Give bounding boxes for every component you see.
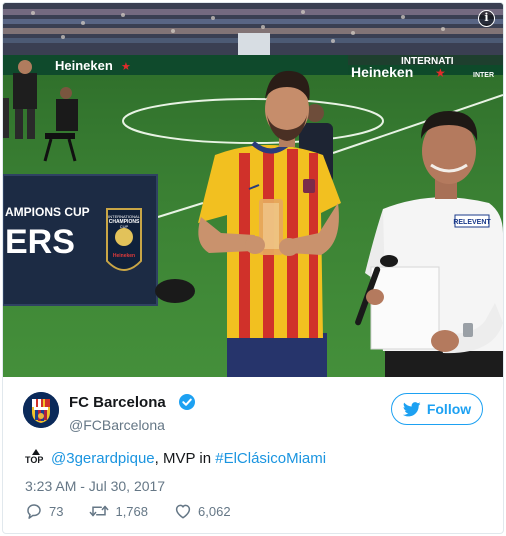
svg-text:★: ★ bbox=[121, 60, 131, 73]
author-handle[interactable]: @FCBarcelona bbox=[69, 417, 165, 433]
timestamp[interactable]: 3:23 AM - Jul 30, 2017 bbox=[25, 478, 165, 494]
hashtag-link[interactable]: #ElClásicoMiami bbox=[215, 450, 326, 467]
tweet-photo[interactable]: AMPIONS CUP ERS INTERNATIONAL CHAMPIONS … bbox=[3, 3, 503, 377]
reply-icon bbox=[27, 504, 41, 519]
board-logo-line4: Heineken bbox=[113, 253, 135, 259]
top-emoji-icon: TOP bbox=[25, 449, 47, 467]
fcb-crest-icon bbox=[23, 392, 59, 428]
board-logo-line3: CUP bbox=[120, 224, 129, 229]
avatar[interactable] bbox=[23, 392, 59, 428]
board-line2: ERS bbox=[5, 223, 75, 261]
tweet-body: FC Barcelona @FCBarcelona Follow TOP @3g… bbox=[3, 377, 503, 533]
like-count: 6,062 bbox=[198, 503, 231, 519]
retweet-icon bbox=[90, 505, 109, 517]
retweet-count: 1,768 bbox=[115, 503, 149, 519]
reply-button[interactable]: 73 bbox=[25, 502, 63, 520]
reply-count: 73 bbox=[49, 503, 64, 519]
svg-text:★: ★ bbox=[435, 66, 446, 80]
info-icon[interactable]: i bbox=[478, 10, 495, 27]
tweet-text-middle: , MVP in bbox=[154, 449, 216, 467]
mention-link[interactable]: @3gerardpique bbox=[51, 450, 155, 467]
retweet-button[interactable]: 1,768 bbox=[89, 502, 148, 520]
author-name[interactable]: FC Barcelona bbox=[69, 394, 166, 411]
board-line1: AMPIONS CUP bbox=[5, 205, 90, 219]
heart-icon bbox=[175, 504, 191, 519]
top-badge-text: TOP bbox=[25, 455, 44, 465]
tweet-actions: 73 1,768 6,062 bbox=[25, 502, 257, 520]
verified-icon bbox=[179, 394, 195, 410]
tweet-card: AMPIONS CUP ERS INTERNATIONAL CHAMPIONS … bbox=[2, 2, 504, 534]
like-button[interactable]: 6,062 bbox=[174, 502, 231, 520]
stadium-scene: AMPIONS CUP ERS INTERNATIONAL CHAMPIONS … bbox=[3, 3, 503, 377]
banner-left: Heineken bbox=[55, 58, 113, 73]
shirt-badge: RELEVENT bbox=[453, 219, 491, 226]
twitter-bird-icon bbox=[402, 401, 421, 416]
follow-label: Follow bbox=[426, 401, 472, 417]
banner-right-top: INTERNATI bbox=[401, 56, 454, 67]
follow-button[interactable]: Follow bbox=[391, 393, 483, 425]
banner-right-small: INTER bbox=[473, 72, 494, 79]
tweet-text: TOP @3gerardpique , MVP in #ElClásicoMia… bbox=[25, 449, 326, 467]
